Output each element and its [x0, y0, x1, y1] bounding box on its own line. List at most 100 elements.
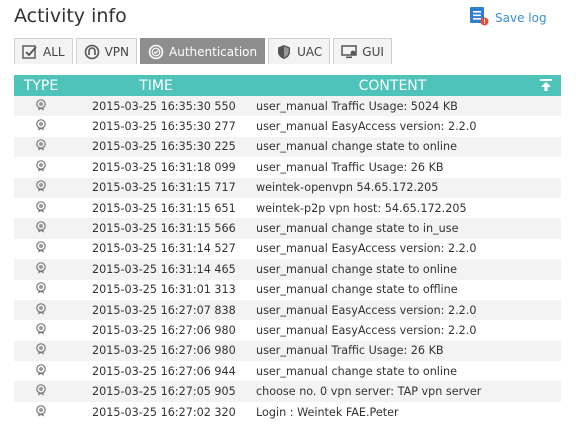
time-cell: 2015-03-25 16:27:06 944	[92, 364, 236, 378]
column-header-time: TIME	[139, 77, 173, 94]
vpn-icon	[84, 44, 100, 60]
auth-badge-icon	[35, 119, 47, 134]
time-cell: 2015-03-25 16:31:14 465	[92, 262, 236, 276]
column-header-content: CONTENT	[358, 77, 427, 94]
column-header-type: TYPE	[23, 77, 59, 94]
badge-check-icon	[148, 44, 164, 60]
time-cell: 2015-03-25 16:31:15 566	[92, 222, 236, 236]
activity-table: TYPE TIME CONTENT 2015-03-25 16:35:30 55…	[14, 75, 561, 423]
table-header: TYPE TIME CONTENT	[14, 75, 561, 96]
table-row[interactable]: 2015-03-25 16:27:07 838 user_manual EasyA…	[14, 299, 561, 321]
auth-badge-icon	[35, 221, 47, 236]
table-row[interactable]: 2015-03-25 16:31:15 566 user_manual chang…	[14, 218, 561, 239]
page-title: Activity info	[14, 5, 127, 27]
table-row[interactable]: 2015-03-25 16:35:30 225 user_manual chang…	[14, 136, 561, 158]
time-cell: 2015-03-25 16:31:15 651	[92, 201, 236, 215]
type-cell	[14, 221, 68, 236]
auth-badge-icon	[35, 139, 47, 154]
type-cell	[14, 241, 68, 256]
type-cell	[14, 139, 68, 154]
content-cell: choose no. 0 vpn server: TAP vpn server	[256, 385, 482, 399]
type-cell	[14, 302, 68, 318]
time-cell: 2015-03-25 16:27:05 905	[92, 385, 236, 399]
tab-authentication-label: Authentication	[169, 44, 258, 59]
type-cell	[14, 262, 68, 277]
table-row[interactable]: 2015-03-25 16:27:06 944 user_manual chang…	[14, 361, 561, 382]
content-cell: weintek-openvpn 54.65.172.205	[256, 181, 439, 195]
content-cell: user_manual change state to online	[256, 364, 457, 378]
type-cell	[14, 160, 68, 175]
auth-badge-icon	[35, 200, 47, 216]
header: Activity info Save log	[0, 0, 576, 36]
content-cell: user_manual Traffic Usage: 5024 KB	[256, 99, 458, 113]
content-cell: weintek-p2p vpn host: 54.65.172.205	[256, 201, 467, 215]
table-row[interactable]: 2015-03-25 16:35:30 277 user_manual EasyA…	[14, 116, 561, 137]
auth-badge-icon	[35, 282, 47, 297]
save-log-label: Save log	[495, 11, 547, 25]
time-cell: 2015-03-25 16:27:02 320	[92, 405, 236, 419]
time-cell: 2015-03-25 16:35:30 550	[92, 99, 236, 113]
type-cell	[14, 119, 68, 134]
type-cell	[14, 180, 68, 195]
auth-badge-icon	[35, 180, 47, 195]
content-cell: user_manual Traffic Usage: 26 KB	[256, 344, 444, 358]
content-cell: user_manual change state to in_use	[256, 222, 459, 236]
content-cell: user_manual Traffic Usage: 26 KB	[256, 160, 444, 174]
type-cell	[14, 363, 68, 379]
type-cell	[14, 404, 68, 420]
list-check-icon	[22, 44, 38, 60]
time-cell: 2015-03-25 16:35:30 225	[92, 140, 236, 154]
content-cell: user_manual EasyAccess version: 2.2.0	[256, 303, 477, 317]
tab-uac-label: UAC	[297, 44, 323, 59]
auth-badge-icon	[35, 302, 47, 318]
content-cell: user_manual change state to online	[256, 262, 457, 276]
tab-vpn[interactable]: VPN	[75, 38, 138, 64]
time-cell: 2015-03-25 16:31:15 717	[92, 181, 236, 195]
table-row[interactable]: 2015-03-25 16:27:02 320 Login : Weintek F…	[14, 401, 561, 423]
table-row[interactable]: 2015-03-25 16:35:30 550 user_manual Traff…	[14, 96, 561, 117]
content-cell: user_manual EasyAccess version: 2.2.0	[256, 242, 477, 256]
tab-gui[interactable]: GUI	[333, 38, 392, 64]
auth-badge-icon	[35, 363, 47, 379]
table-row[interactable]: 2015-03-25 16:27:05 905 choose no. 0 vpn …	[14, 381, 561, 402]
auth-badge-icon	[35, 323, 47, 338]
time-cell: 2015-03-25 16:31:01 313	[92, 283, 236, 297]
shield-icon	[276, 44, 292, 60]
monitor-icon	[341, 44, 358, 60]
content-cell: user_manual change state to offline	[256, 283, 458, 297]
auth-badge-icon	[35, 404, 47, 420]
table-row[interactable]: 2015-03-25 16:27:06 980 user_manual Traff…	[14, 340, 561, 362]
tab-all[interactable]: ALL	[14, 38, 73, 64]
table-row[interactable]: 2015-03-25 16:31:15 651 weintek-p2p vpn h…	[14, 197, 561, 219]
auth-badge-icon	[35, 343, 47, 358]
type-cell	[14, 98, 68, 114]
tab-vpn-label: VPN	[104, 44, 130, 59]
save-log-icon	[469, 6, 489, 30]
tab-all-label: ALL	[43, 44, 65, 59]
time-cell: 2015-03-25 16:31:18 099	[92, 160, 236, 174]
time-cell: 2015-03-25 16:27:06 980	[92, 344, 236, 358]
auth-badge-icon	[35, 262, 47, 277]
time-cell: 2015-03-25 16:31:14 527	[92, 242, 236, 256]
tab-uac[interactable]: UAC	[268, 38, 331, 64]
content-cell: user_manual EasyAccess version: 2.2.0	[256, 323, 477, 337]
table-row[interactable]: 2015-03-25 16:31:14 465 user_manual chang…	[14, 259, 561, 280]
table-row[interactable]: 2015-03-25 16:31:14 527 user_manual EasyA…	[14, 238, 561, 260]
content-cell: user_manual change state to online	[256, 140, 457, 154]
table-row[interactable]: 2015-03-25 16:31:01 313 user_manual chang…	[14, 279, 561, 300]
table-row[interactable]: 2015-03-25 16:31:18 099 user_manual Traff…	[14, 157, 561, 178]
type-cell	[14, 323, 68, 338]
type-cell	[14, 343, 68, 358]
content-cell: user_manual EasyAccess version: 2.2.0	[256, 120, 477, 134]
time-cell: 2015-03-25 16:27:07 838	[92, 303, 236, 317]
table-row[interactable]: 2015-03-25 16:31:15 717 weintek-openvpn 5…	[14, 177, 561, 198]
save-log-button[interactable]: Save log	[469, 6, 547, 30]
tab-gui-label: GUI	[362, 44, 384, 59]
time-cell: 2015-03-25 16:35:30 277	[92, 120, 236, 134]
scroll-to-top-icon[interactable]	[539, 78, 553, 92]
auth-badge-icon	[35, 384, 47, 399]
tab-authentication[interactable]: Authentication	[140, 38, 266, 64]
type-cell	[14, 282, 68, 297]
table-row[interactable]: 2015-03-25 16:27:06 980 user_manual EasyA…	[14, 320, 561, 341]
type-cell	[14, 384, 68, 399]
